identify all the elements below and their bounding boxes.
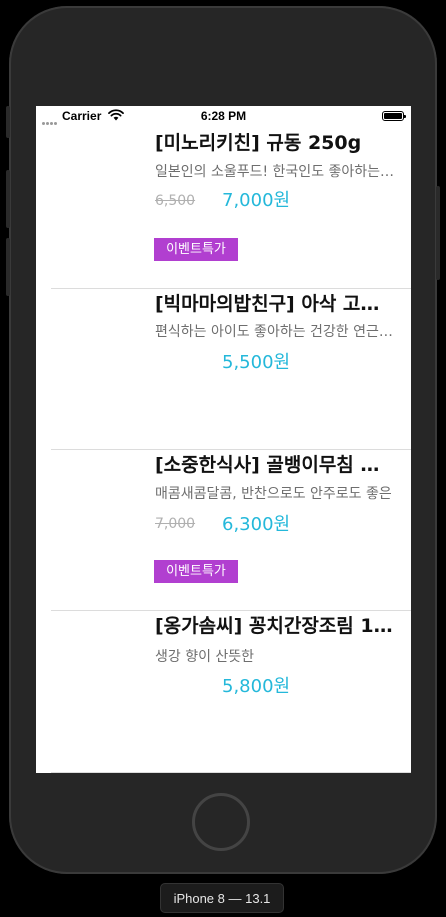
product-item[interactable]: [옹가솜씨] 꽁치간장조림 1인분 생강 향이 산뜻한 5,800원 [36,610,411,771]
product-price: 7,000원 [222,190,291,211]
product-description: 매콤새콤달콤, 반찬으로도 안주로도 좋은 [155,486,392,502]
side-button-volume-down [6,238,10,296]
row-divider [51,449,411,450]
product-price: 5,500원 [222,352,291,373]
event-badge: 이벤트특가 [154,560,238,583]
row-divider [51,288,411,289]
product-item[interactable]: [미노리키친] 규동 250g 일본인의 소울푸드! 한국인도 좋아하는 바로 … [36,106,411,267]
product-description: 생강 향이 산뜻한 [155,649,255,665]
product-item[interactable]: [소중한식사] 골뱅이무침 양념 세트 매콤새콤달콤, 반찬으로도 안주로도 좋… [36,449,411,610]
row-divider [51,772,411,773]
side-button-volume-up [6,170,10,228]
product-description: 일본인의 소울푸드! 한국인도 좋아하는 바로 그 맛 [155,164,395,180]
product-original-price: 7,000 [155,516,196,532]
product-price: 5,800원 [222,676,291,697]
product-title: [미노리키친] 규동 250g [155,132,362,154]
side-button-mute [6,106,10,138]
app-screen: Carrier 6:28 PM [미노리키친] 규동 250g 일본인의 소울푸… [36,106,411,773]
row-divider [51,610,411,611]
event-badge: 이벤트특가 [154,238,238,261]
product-original-price: 6,500 [155,193,196,209]
product-title: [소중한식사] 골뱅이무침 양념 세트 [155,454,395,476]
device-label: iPhone 8 — 13.1 [160,883,284,913]
product-item[interactable]: [빅마마의밥친구] 아삭 고소한 연근고기조림 250g 편식하는 아이도 좋아… [36,288,411,449]
product-title: [옹가솜씨] 꽁치간장조림 1인분 [155,615,395,637]
product-title: [빅마마의밥친구] 아삭 고소한 연근고기조림 250g [155,293,395,315]
product-description: 편식하는 아이도 좋아하는 건강한 연근조림 [155,324,395,340]
side-button-power [436,186,440,280]
home-button[interactable] [192,793,250,851]
product-price: 6,300원 [222,514,291,535]
